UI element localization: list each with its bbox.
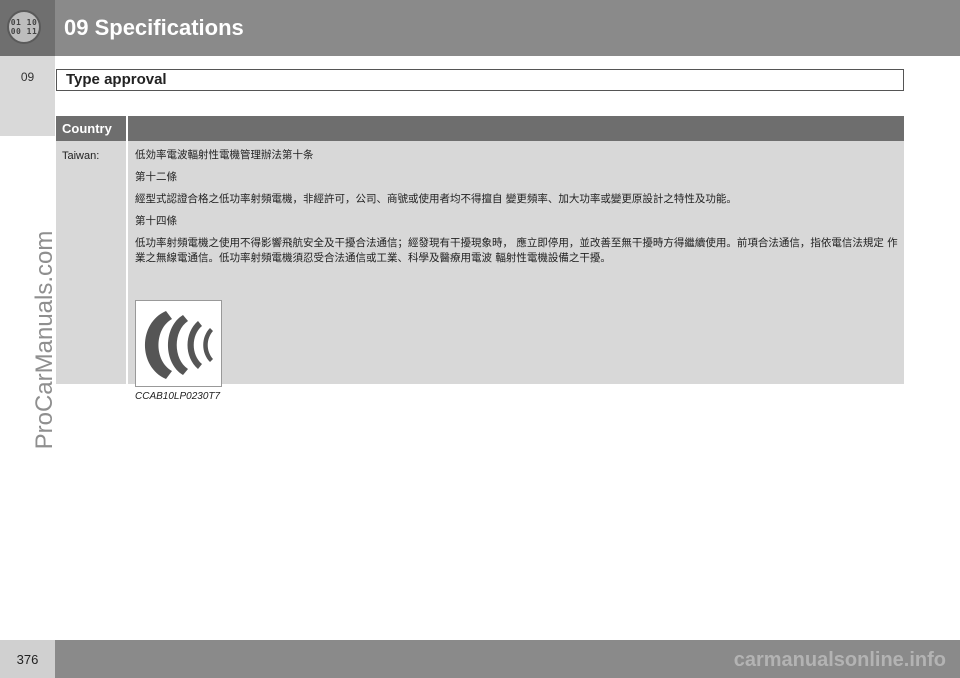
ncc-approval-mark-icon (135, 300, 222, 387)
column-divider (126, 116, 128, 141)
approval-code: CCAB10LP0230T7 (135, 391, 221, 402)
regulation-line: 經型式認證合格之低功率射頻電機，非經許可，公司、商號或使用者均不得擅自 變更頻率… (135, 193, 737, 205)
regulation-text: 低効率電波輻射性電機管理辦法第十条 第十二條 經型式認證合格之低功率射頻電機，非… (135, 148, 899, 274)
footer-watermark: carmanualsonline.info (733, 649, 946, 671)
chapter-icon-text-top: 01 10 (10, 18, 38, 27)
country-cell: Taiwan: (62, 150, 100, 162)
page-footer: 376 carmanualsonline.info (0, 640, 960, 678)
chapter-icon-text-bottom: 00 11 (10, 27, 38, 36)
page-number-box: 376 (0, 640, 55, 678)
regulation-line: 第十四條 (135, 215, 177, 227)
regulation-line: 低効率電波輻射性電機管理辦法第十条 (135, 149, 314, 161)
chapter-title: 09 Specifications (64, 15, 244, 40)
table-header-row: Country (56, 116, 904, 141)
page-header: 01 10 00 11 09 Specifications (0, 0, 960, 56)
chapter-side-number: 09 (20, 70, 35, 84)
chapter-side-tab: 09 (0, 56, 55, 136)
regulation-line: 第十二條 (135, 171, 177, 183)
type-approval-table: Country Taiwan: 低効率電波輻射性電機管理辦法第十条 第十二條 經… (56, 116, 904, 402)
column-divider (126, 141, 128, 384)
side-watermark: ProCarManuals.com (31, 230, 58, 450)
page-number: 376 (16, 652, 39, 667)
chapter-icon-box: 01 10 00 11 (0, 0, 55, 56)
chapter-icon: 01 10 00 11 (7, 10, 41, 44)
regulation-paragraph: 低功率射頻電機之使用不得影響飛航安全及干擾合法通信；經發現有干擾現象時， 應立即… (135, 237, 898, 264)
ncc-approval-mark-graphic (145, 311, 213, 379)
section-title: Type approval (56, 69, 904, 91)
table-row: Taiwan: 低効率電波輻射性電機管理辦法第十条 第十二條 經型式認證合格之低… (56, 141, 904, 402)
country-column-header: Country (62, 121, 112, 136)
chapter-icon-text: 01 10 00 11 (11, 18, 38, 36)
